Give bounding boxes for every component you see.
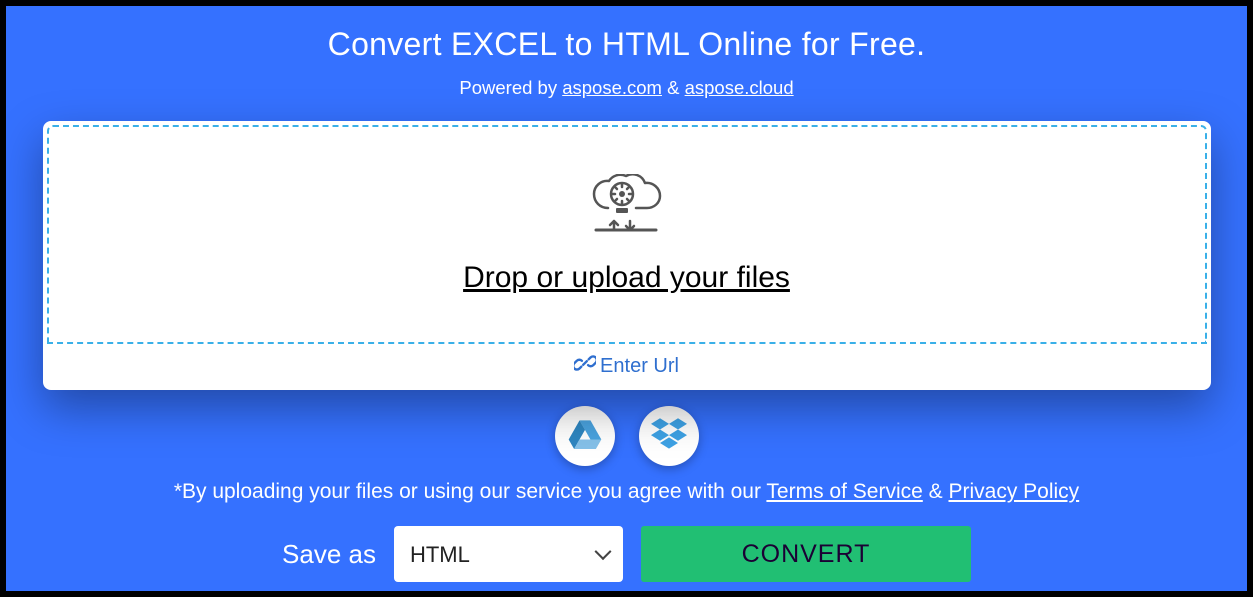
format-select[interactable]: HTML <box>394 526 623 582</box>
file-dropzone[interactable]: Drop or upload your files <box>47 125 1207 344</box>
app-frame: Convert EXCEL to HTML Online for Free. P… <box>6 6 1247 591</box>
powered-by-amp: & <box>667 77 684 98</box>
action-row: Save as HTML CONVERT <box>6 526 1247 582</box>
convert-button[interactable]: CONVERT <box>641 526 971 582</box>
cloud-upload-icon <box>586 174 668 249</box>
format-select-wrap: HTML <box>394 526 623 582</box>
link-icon <box>574 352 600 380</box>
link-aspose-cloud[interactable]: aspose.cloud <box>685 77 794 98</box>
dropzone-label: Drop or upload your files <box>463 261 790 295</box>
google-drive-button[interactable] <box>555 406 615 466</box>
link-privacy-policy[interactable]: Privacy Policy <box>948 480 1079 503</box>
upload-card: Drop or upload your files Enter Url <box>43 121 1211 390</box>
google-drive-icon <box>568 419 602 454</box>
dropbox-button[interactable] <box>639 406 699 466</box>
dropbox-icon <box>651 418 687 455</box>
terms-line: *By uploading your files or using our se… <box>6 480 1247 504</box>
powered-by-prefix: Powered by <box>459 77 562 98</box>
powered-by-line: Powered by aspose.com & aspose.cloud <box>6 77 1247 99</box>
link-aspose-com[interactable]: aspose.com <box>562 77 662 98</box>
save-as-label: Save as <box>282 539 376 570</box>
terms-amp: & <box>929 480 949 503</box>
link-terms-of-service[interactable]: Terms of Service <box>766 480 922 503</box>
terms-prefix: *By uploading your files or using our se… <box>174 480 767 503</box>
enter-url-label: Enter Url <box>600 355 679 378</box>
enter-url-button[interactable]: Enter Url <box>47 346 1207 386</box>
cloud-sources <box>6 406 1247 466</box>
page-title: Convert EXCEL to HTML Online for Free. <box>6 6 1247 63</box>
